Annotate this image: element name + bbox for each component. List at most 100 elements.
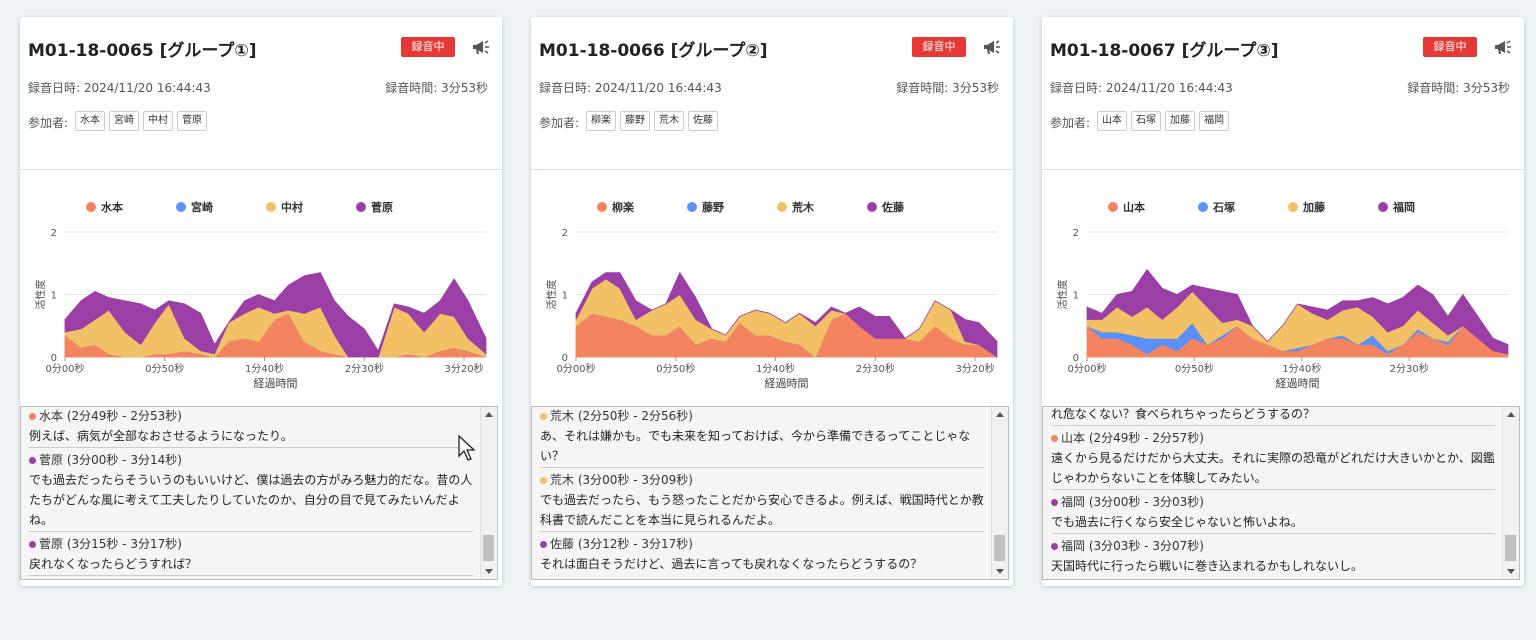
transcript-speaker: 佐藤 (3分12秒 - 3分17秒) (540, 534, 984, 554)
card-title: M01-18-0065 [グループ①] (28, 41, 257, 61)
y-tick-label: 2 (562, 228, 568, 239)
participant-chip: 山本 (1097, 111, 1127, 131)
scroll-up-icon[interactable] (996, 412, 1004, 417)
transcript-text: それは面白そうだけど、過去に言っても戻れなくなったらどうするの？ (540, 557, 923, 571)
x-tick-label: 0分00秒 (556, 362, 595, 375)
x-tick-label: 2分30秒 (1390, 362, 1429, 375)
speaker-color-dot (29, 413, 36, 420)
scrollbar[interactable] (480, 407, 497, 579)
participants-label: 参加者: (539, 116, 580, 130)
x-tick-label: 1分40秒 (1282, 362, 1321, 375)
legend-dot (1198, 202, 1208, 212)
scrollbar-thumb[interactable] (994, 535, 1005, 561)
x-tick-label: 1分40秒 (245, 362, 284, 375)
speaker-color-dot (540, 477, 547, 484)
transcript-text: 天国時代に行ったら戦いに巻き込まれるかもしれないし。 (1051, 559, 1364, 573)
transcript-panel[interactable]: 荒木 (2分50秒 - 2分56秒) あ、それは嫌かも。でも未来を知っておけば、… (531, 406, 1009, 580)
x-axis-label: 経過時間 (254, 377, 298, 390)
x-tick-label: 2分30秒 (345, 362, 384, 375)
speaker-time: 菅原 (3分15秒 - 3分17秒) (39, 537, 182, 551)
mouse-cursor-icon (458, 434, 476, 461)
y-tick-label: 2 (51, 228, 57, 239)
transcript-text: 遠くから見るだけだから大丈夫。それに実際の恐竜がどれだけ大きいかとか、図鑑じゃわ… (1051, 448, 1495, 490)
scrollbar-thumb[interactable] (1505, 535, 1516, 561)
speaker-time: 佐藤 (3分12秒 - 3分17秒) (550, 537, 693, 551)
activity-chart: 山本 石塚 加藤 福岡 0 1 2 0分00秒 0分50秒 1分40秒 2分30秒経過時間 活性度 (1056, 200, 1509, 390)
x-axis-label: 経過時間 (1276, 377, 1320, 390)
speaker-time: 荒木 (3分00秒 - 3分09秒) (550, 473, 693, 487)
transcript-speaker: 山本 (2分49秒 - 2分57秒) (1051, 428, 1495, 448)
participant-list: 水本 宮崎 中村 菅原 (75, 111, 207, 131)
speaker-color-dot (1051, 435, 1058, 442)
activity-chart: 水本 宮崎 中村 菅原 0 1 2 0分00秒 0分50秒 1分40秒 2分30秒 3分20秒経過時間… (34, 200, 487, 390)
transcript-panel[interactable]: 水本 (2分49秒 - 2分53秒) 例えば、病気が全部なおさせるようになったり… (20, 406, 498, 580)
transcript-text: れ危なくない？食べられちゃったらどうするの？ (1051, 407, 1495, 426)
scroll-up-icon[interactable] (1507, 412, 1515, 417)
y-tick-label: 0 (562, 353, 568, 364)
y-tick-label: 1 (562, 291, 568, 302)
scrollbar-thumb[interactable] (483, 535, 494, 561)
scroll-down-icon[interactable] (996, 569, 1004, 574)
x-tick-label: 0分50秒 (1175, 362, 1214, 375)
activity-chart: 柳楽 藤野 荒木 佐藤 0 1 2 0分00秒 0分50秒 1分40秒 2分30秒 3分20秒経過時間… (545, 200, 999, 390)
card-title: M01-18-0067 [グループ③] (1050, 41, 1279, 61)
participant-chip: 荒木 (654, 111, 684, 131)
x-tick-label: 3分20秒 (956, 362, 995, 375)
legend-dot (867, 202, 877, 212)
megaphone-icon[interactable] (1493, 37, 1513, 57)
legend-label: 佐藤 (881, 200, 905, 214)
recording-duration: 録音時間: 3分53秒 (896, 81, 999, 95)
transcript-text: でも過去に行くなら安全じゃないと怖いよね。 (1051, 512, 1495, 534)
group-card: M01-18-0065 [グループ①] 録音中 録音日時: 2024/11/20… (20, 17, 502, 586)
y-axis-label: 活性度 (1056, 280, 1069, 310)
transcript-speaker: 水本 (2分49秒 - 2分53秒) (29, 407, 473, 426)
legend-dot (1378, 202, 1388, 212)
speaker-time: 水本 (2分49秒 - 2分53秒) (39, 409, 182, 423)
speaker-color-dot (540, 413, 547, 420)
recording-badge[interactable]: 録音中 (401, 37, 455, 57)
x-tick-label: 1分40秒 (756, 362, 795, 375)
legend-dot (86, 202, 96, 212)
x-tick-label: 2分30秒 (856, 362, 895, 375)
speaker-time: 福岡 (3分00秒 - 3分03秒) (1061, 495, 1204, 509)
x-axis-label: 経過時間 (765, 377, 809, 390)
scroll-down-icon[interactable] (485, 569, 493, 574)
legend-dot (1108, 202, 1118, 212)
recording-date: 録音日時: 2024/11/20 16:44:43 (539, 81, 722, 95)
recording-badge[interactable]: 録音中 (1423, 37, 1477, 57)
megaphone-icon[interactable] (471, 37, 491, 57)
x-tick-label: 0分00秒 (1067, 362, 1106, 375)
transcript-speaker: 福岡 (3分00秒 - 3分03秒) (1051, 492, 1495, 512)
scrollbar[interactable] (1502, 407, 1519, 579)
megaphone-icon[interactable] (982, 37, 1002, 57)
speaker-color-dot (29, 541, 36, 548)
legend-dot (597, 202, 607, 212)
recording-badge[interactable]: 録音中 (912, 37, 966, 57)
speaker-color-dot (1051, 499, 1058, 506)
transcript-speaker: 菅原 (3分15秒 - 3分17秒) (29, 534, 473, 554)
speaker-color-dot (29, 457, 36, 464)
transcript-speaker: 福岡 (3分03秒 - 3分07秒) (1051, 536, 1495, 556)
recording-duration: 録音時間: 3分53秒 (385, 81, 488, 95)
scroll-up-icon[interactable] (485, 412, 493, 417)
participant-list: 山本 石塚 加藤 福岡 (1097, 111, 1229, 131)
participant-list: 柳楽 藤野 荒木 佐藤 (586, 111, 718, 131)
scroll-down-icon[interactable] (1507, 569, 1515, 574)
speaker-time: 山本 (2分49秒 - 2分57秒) (1061, 431, 1204, 445)
legend-dot (687, 202, 697, 212)
transcript-panel[interactable]: れ危なくない？食べられちゃったらどうするの？ 山本 (2分49秒 - 2分57秒… (1042, 406, 1520, 580)
y-axis-label: 活性度 (545, 280, 558, 310)
transcript-list: 水本 (2分49秒 - 2分53秒) 例えば、病気が全部なおさせるようになったり… (29, 407, 473, 576)
participant-chip: 水本 (75, 111, 105, 131)
x-tick-label: 0分00秒 (45, 362, 84, 375)
participant-chip: 藤野 (620, 111, 650, 131)
transcript-list: 荒木 (2分50秒 - 2分56秒) あ、それは嫌かも。でも未来を知っておけば、… (540, 407, 984, 575)
legend-label: 中村 (281, 200, 303, 214)
legend-label: 藤野 (702, 200, 724, 214)
legend-label: 加藤 (1302, 200, 1326, 214)
y-axis-label: 活性度 (34, 280, 47, 310)
scrollbar[interactable] (991, 407, 1008, 579)
legend-dot (356, 202, 366, 212)
participant-chip: 福岡 (1199, 111, 1229, 131)
divider (531, 169, 1013, 170)
